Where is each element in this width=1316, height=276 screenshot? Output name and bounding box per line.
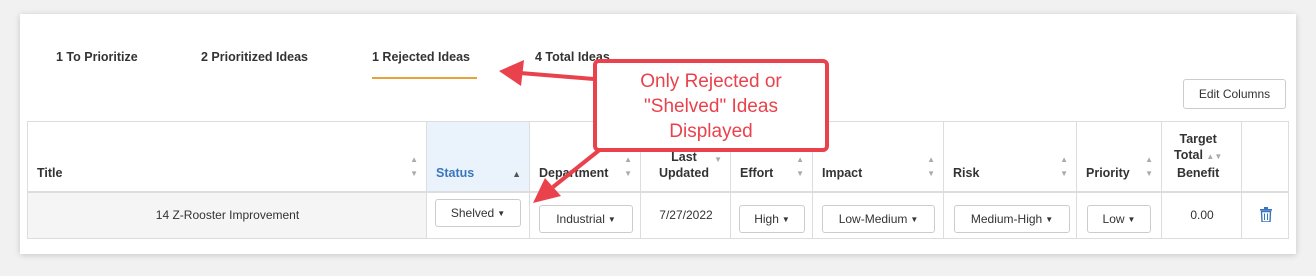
- caret-down-icon: ▼: [910, 214, 919, 224]
- caret-down-icon: ▼: [607, 214, 616, 224]
- column-header-status[interactable]: Status ▲: [426, 121, 529, 193]
- department-value: Industrial: [556, 212, 605, 226]
- annotation-callout: Only Rejected or "Shelved" Ideas Display…: [593, 59, 829, 152]
- column-priority-label: Priority: [1086, 166, 1130, 180]
- tab-prioritized-ideas[interactable]: 2 Prioritized Ideas: [201, 50, 308, 64]
- column-target-label: Target Total ▲▼ Benefit: [1174, 132, 1223, 180]
- caret-down-icon: ▼: [1045, 214, 1054, 224]
- sort-icon[interactable]: ▲▼: [410, 153, 418, 181]
- impact-value: Low-Medium: [838, 212, 908, 226]
- tab-to-prioritize[interactable]: 1 To Prioritize: [56, 50, 138, 64]
- target-total-benefit-value: 0.00: [1190, 208, 1214, 222]
- active-tab-underline: [372, 77, 477, 79]
- column-last-updated-label: Last Updated: [659, 150, 709, 180]
- status-dropdown[interactable]: Shelved ▼: [435, 199, 521, 227]
- column-header-title[interactable]: Title ▲ ▼: [27, 121, 426, 193]
- impact-dropdown[interactable]: Low-Medium ▼: [822, 205, 935, 233]
- column-effort-label: Effort: [740, 166, 774, 180]
- status-value: Shelved: [450, 206, 495, 220]
- last-updated-value: 7/27/2022: [659, 208, 713, 222]
- trash-icon[interactable]: [1260, 207, 1272, 222]
- column-risk-label: Risk: [953, 166, 980, 180]
- column-header-actions: [1241, 121, 1289, 193]
- table-cell-department: Industrial ▼: [529, 193, 640, 239]
- column-header-risk[interactable]: Risk ▲ ▼: [943, 121, 1076, 193]
- caret-down-icon: ▼: [781, 214, 790, 224]
- tab-rejected-ideas[interactable]: 1 Rejected Ideas: [372, 50, 470, 64]
- table-cell-status: Shelved ▼: [426, 193, 529, 239]
- sort-icon[interactable]: ▲▼: [624, 153, 632, 181]
- column-header-priority[interactable]: Priority ▲ ▼: [1076, 121, 1161, 193]
- table-cell-target-total-benefit: 0.00: [1161, 193, 1241, 239]
- department-dropdown[interactable]: Industrial ▼: [539, 205, 633, 233]
- column-title-label: Title: [37, 166, 63, 180]
- table-cell-last-updated: 7/27/2022: [640, 193, 730, 239]
- column-department-label: Department: [539, 166, 609, 180]
- sort-icon[interactable]: ▲▼: [1145, 153, 1153, 181]
- risk-value: Medium-High: [970, 212, 1043, 226]
- column-header-impact[interactable]: Impact ▲ ▼: [812, 121, 943, 193]
- effort-value: High: [754, 212, 779, 226]
- priority-dropdown[interactable]: Low ▼: [1087, 205, 1151, 233]
- sort-icon[interactable]: ▲▼: [1206, 152, 1222, 161]
- sort-icon[interactable]: ▲▼: [796, 153, 804, 181]
- column-status-label: Status: [436, 166, 475, 180]
- sort-icon[interactable]: ▲▼: [927, 153, 935, 181]
- callout-line-2: "Shelved" Ideas: [644, 96, 778, 117]
- caret-down-icon: ▼: [497, 208, 506, 218]
- table-cell-impact: Low-Medium ▼: [812, 193, 943, 239]
- column-header-target-total-benefit[interactable]: Target Total ▲▼ Benefit: [1161, 121, 1241, 193]
- callout-line-3: Displayed: [669, 121, 753, 142]
- idea-title[interactable]: 14 Z-Rooster Improvement: [28, 208, 427, 222]
- priority-value: Low: [1102, 212, 1125, 226]
- caret-down-icon: ▼: [1127, 214, 1136, 224]
- table-cell-risk: Medium-High ▼: [943, 193, 1076, 239]
- table-row-title-cell: 14 Z-Rooster Improvement: [27, 193, 426, 239]
- risk-dropdown[interactable]: Medium-High ▼: [954, 205, 1070, 233]
- sort-icon[interactable]: ▲▼: [1060, 153, 1068, 181]
- table-cell-actions: [1241, 193, 1289, 239]
- column-impact-label: Impact: [822, 166, 863, 180]
- table-cell-priority: Low ▼: [1076, 193, 1161, 239]
- effort-dropdown[interactable]: High ▼: [739, 205, 805, 233]
- sort-asc-icon[interactable]: ▲: [512, 167, 521, 181]
- edit-columns-button[interactable]: Edit Columns: [1183, 79, 1286, 109]
- table-cell-effort: High ▼: [730, 193, 812, 239]
- callout-line-1: Only Rejected or: [640, 71, 782, 92]
